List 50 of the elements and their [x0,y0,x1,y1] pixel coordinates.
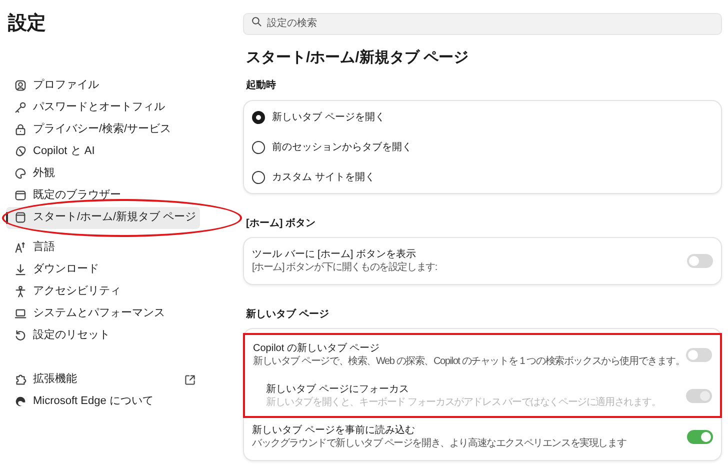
reset-icon [14,329,27,342]
toggle-switch[interactable] [686,348,712,362]
section-heading: 新しいタブ ページ [246,307,330,322]
setting-description: 新しいタブ ページで、検索、Web の探索、Copilot のチャットを 1 つの検索ボックスから使用できます。 [253,356,685,368]
sidebar-item[interactable]: Copilot と AI [6,140,200,162]
page-icon [14,211,27,224]
sidebar-item[interactable]: システムとパフォーマンス [6,302,200,324]
radio-option[interactable]: カスタム サイトを開く [244,165,721,189]
setting-title: 新しいタブ ページを事前に読み込む [252,424,416,437]
sidebar-item[interactable]: 既定のブラウザー [6,184,200,206]
download-icon [14,263,27,276]
sidebar-item[interactable]: プライバシー/検索/サービス [6,118,200,140]
sidebar-item[interactable]: Microsoft Edge について [6,390,200,412]
sidebar-item[interactable]: 言語 [6,236,200,258]
person-icon [14,285,27,298]
radio-option[interactable]: 前のセッションからタブを開く [244,135,721,159]
sidebar-item[interactable]: ダウンロード [6,258,200,280]
radio-button[interactable] [252,140,265,154]
radio-button[interactable] [252,110,265,124]
setting-description: [ホーム] ボタンが下に開くものを設定します: [252,262,438,274]
sidebar-item[interactable]: スタート/ホーム/新規タブ ページ [6,206,200,228]
search-icon [251,16,262,27]
radio-button[interactable] [252,170,265,184]
sidebar-item[interactable]: 外観 [6,162,200,184]
sidebar-item[interactable]: パスワードとオートフィル [6,96,200,118]
palette-icon [14,167,27,180]
setting-title: 新しいタブ ページにフォーカス [266,383,410,396]
setting-title: ツール バーに [ホーム] ボタンを表示 [252,248,417,261]
lock-icon [14,123,27,136]
puzzle-icon [14,373,27,386]
language-icon [14,241,27,254]
key-icon [14,101,27,114]
search-field[interactable]: 設定の検索 [243,12,722,34]
setting-description: バックグラウンドで新しいタブ ページを開き、より高速なエクスペリエンスを実現します [252,438,626,450]
sidebar-item[interactable]: 設定のリセット [6,324,200,346]
settings-title: 設定 [6,12,47,36]
sidebar-item[interactable]: 拡張機能 [6,368,200,390]
page-title: スタート/ホーム/新規タブ ページ [246,48,470,68]
section-heading: 起動時 [246,78,277,93]
laptop-icon [14,307,27,320]
setting-title: Copilot の新しいタブ ページ [253,342,381,355]
profile-icon [14,79,27,92]
browser-window-icon [14,189,27,202]
sidebar-item[interactable]: プロファイル [6,74,200,96]
sidebar-item[interactable]: アクセシビリティ [6,280,200,302]
radio-option[interactable]: 新しいタブ ページを開く [244,105,721,129]
toggle-switch[interactable] [687,254,713,268]
setting-description: 新しいタブを開くと、キーボード フォーカスがアドレス バーではなくページに適用されます。 [266,397,661,409]
section-heading: [ホーム] ボタン [246,217,316,231]
toggle-switch[interactable] [687,430,713,444]
